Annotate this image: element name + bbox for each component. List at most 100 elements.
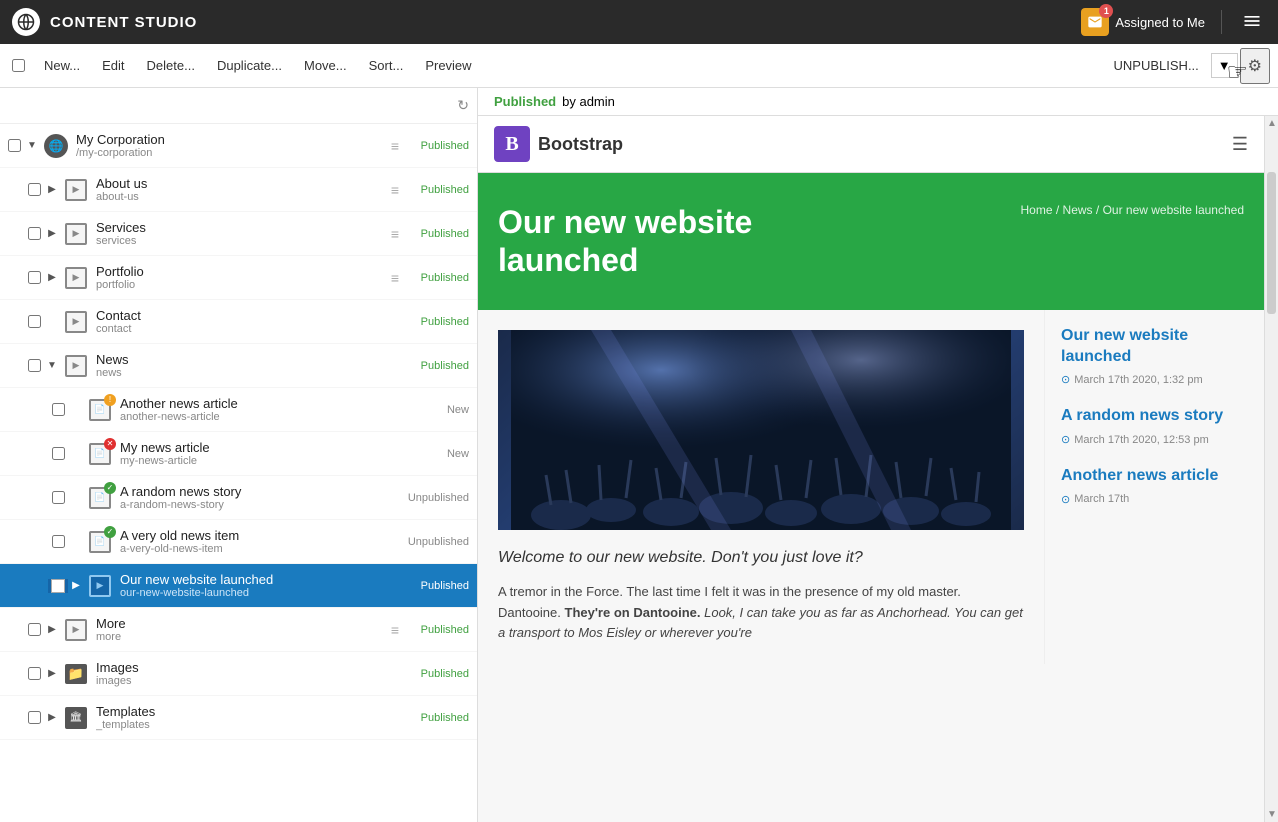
drag-services[interactable]: ≡ — [391, 226, 399, 242]
unpublish-dropdown[interactable]: ▼ — [1211, 53, 1238, 78]
status-portfolio: Published — [403, 272, 473, 284]
icon-templates: 🏛 — [60, 702, 92, 734]
drag-portfolio[interactable]: ≡ — [391, 270, 399, 286]
drag-about-us[interactable]: ≡ — [391, 182, 399, 198]
status-templates: Published — [403, 712, 473, 724]
icon-news: ▶ — [60, 350, 92, 382]
icon-old-news: 📄 ✓ — [84, 526, 116, 558]
toolbar: New... Edit Delete... Duplicate... Move.… — [0, 44, 1278, 88]
tree-item-random-news[interactable]: 📄 ✓ A random news story a-random-news-st… — [0, 476, 477, 520]
checkbox-templates[interactable] — [24, 711, 44, 724]
scroll-arrow-down[interactable]: ▼ — [1265, 807, 1278, 822]
select-all-checkbox[interactable] — [8, 59, 28, 72]
text-about-us: About us about-us — [96, 176, 387, 203]
expand-templates[interactable]: ▶ — [44, 712, 60, 723]
checkbox-news[interactable] — [24, 359, 44, 372]
sort-button[interactable]: Sort... — [359, 52, 414, 79]
breadcrumb-home: Home — [1020, 203, 1052, 217]
checkbox-more[interactable] — [24, 623, 44, 636]
text-services: Services services — [96, 220, 387, 247]
status-images: Published — [403, 668, 473, 680]
expand-portfolio[interactable]: ▶ — [44, 272, 60, 283]
tree-item-my-news[interactable]: 📄 ✕ My news article my-news-article New — [0, 432, 477, 476]
checkbox-old-news[interactable] — [48, 535, 68, 548]
tree-item-portfolio[interactable]: ▶ ▶ Portfolio portfolio ≡ Published — [0, 256, 477, 300]
expand-more[interactable]: ▶ — [44, 624, 60, 635]
expand-about-us[interactable]: ▶ — [44, 184, 60, 195]
tree-item-about-us[interactable]: ▶ ▶ About us about-us ≡ Published — [0, 168, 477, 212]
article-bold: They're on Dantooine. — [565, 605, 701, 620]
checkbox-my-news[interactable] — [48, 447, 68, 460]
tree-item-old-news[interactable]: 📄 ✓ A very old news item a-very-old-news… — [0, 520, 477, 564]
checkbox-contact[interactable] — [24, 315, 44, 328]
expand-news[interactable]: ▼ — [44, 360, 60, 371]
nav-hamburger-icon[interactable]: ☰ — [1232, 134, 1248, 155]
drag-my-corporation[interactable]: ≡ — [391, 138, 399, 154]
unpublish-button[interactable]: UNPUBLISH... — [1104, 52, 1209, 79]
text-more: More more — [96, 616, 387, 643]
expand-images[interactable]: ▶ — [44, 668, 60, 679]
status-another-news: New — [403, 404, 473, 416]
text-old-news: A very old news item a-very-old-news-ite… — [120, 528, 403, 555]
text-portfolio: Portfolio portfolio — [96, 264, 387, 291]
preview-scroll[interactable]: B Bootstrap ☰ Our new website launched H… — [478, 116, 1264, 822]
bootstrap-b-icon: B — [494, 126, 530, 162]
sidebar-article-1-title[interactable]: Our new website launched — [1061, 326, 1248, 368]
icon-our-website: ▶ — [84, 570, 116, 602]
settings-button[interactable]: ⚙ — [1240, 48, 1270, 84]
assigned-icon: 1 — [1081, 8, 1109, 36]
hero-breadcrumb: Home / News / Our new website launched — [1020, 203, 1244, 217]
assigned-to-me-button[interactable]: 1 Assigned to Me — [1081, 8, 1205, 36]
sidebar-article-1: Our new website launched ⊙ March 17th 20… — [1061, 326, 1248, 387]
tree-item-my-corporation[interactable]: ▼ 🌐 My Corporation /my-corporation ≡ Pub… — [0, 124, 477, 168]
preview-container: B Bootstrap ☰ Our new website launched H… — [478, 116, 1278, 822]
status-contact: Published — [403, 316, 473, 328]
expand-services[interactable]: ▶ — [44, 228, 60, 239]
text-our-website: Our new website launched our-new-website… — [120, 572, 403, 599]
tree-item-templates[interactable]: ▶ 🏛 Templates _templates Published — [0, 696, 477, 740]
tree-item-our-new-website[interactable]: ▶ ▶ Our new website launched our-new-web… — [0, 564, 477, 608]
drag-more[interactable]: ≡ — [391, 622, 399, 638]
checkbox-about-us[interactable] — [24, 183, 44, 196]
tree-item-services[interactable]: ▶ ▶ Services services ≡ Published — [0, 212, 477, 256]
topbar-divider — [1221, 10, 1222, 34]
assigned-label: Assigned to Me — [1115, 15, 1205, 30]
sidebar-article-1-date: ⊙ March 17th 2020, 1:32 pm — [1061, 373, 1248, 386]
checkbox-services[interactable] — [24, 227, 44, 240]
expand-my-corporation[interactable]: ▼ — [24, 140, 40, 151]
badge-error-my-news: ✕ — [104, 438, 116, 450]
icon-services: ▶ — [60, 218, 92, 250]
tree-item-more[interactable]: ▶ ▶ More more ≡ Published — [0, 608, 477, 652]
checkbox-our-website[interactable] — [48, 579, 68, 593]
preview-button[interactable]: Preview — [415, 52, 481, 79]
text-another-news: Another news article another-news-articl… — [120, 396, 403, 423]
tree-item-contact[interactable]: ▶ Contact contact Published — [0, 300, 477, 344]
scrollbar-track[interactable]: ▲ ▼ — [1264, 116, 1278, 822]
sidebar-article-2-title[interactable]: A random news story — [1061, 406, 1248, 427]
hamburger-button[interactable] — [1238, 7, 1266, 38]
refresh-button[interactable]: ↻ — [457, 97, 469, 114]
delete-button[interactable]: Delete... — [137, 52, 205, 79]
new-button[interactable]: New... — [34, 52, 90, 79]
scroll-thumb[interactable] — [1267, 172, 1276, 313]
duplicate-button[interactable]: Duplicate... — [207, 52, 292, 79]
status-random-news: Unpublished — [403, 492, 473, 504]
sidebar-article-3-title[interactable]: Another news article — [1061, 466, 1248, 487]
hero-title: Our new website launched — [498, 203, 798, 280]
breadcrumb-news: News — [1063, 203, 1093, 217]
checkbox-random-news[interactable] — [48, 491, 68, 504]
checkbox-images[interactable] — [24, 667, 44, 680]
tree-item-another-news[interactable]: 📄 ! Another news article another-news-ar… — [0, 388, 477, 432]
tree-item-news[interactable]: ▼ ▶ News news Published — [0, 344, 477, 388]
expand-our-website[interactable]: ▶ — [68, 580, 84, 591]
tree-item-images[interactable]: ▶ 📁 Images images Published — [0, 652, 477, 696]
checkbox-my-corporation[interactable] — [4, 139, 24, 152]
checkbox-portfolio[interactable] — [24, 271, 44, 284]
checkbox-another-news[interactable] — [48, 403, 68, 416]
content-published-by: by admin — [562, 94, 615, 109]
move-button[interactable]: Move... — [294, 52, 357, 79]
edit-button[interactable]: Edit — [92, 52, 134, 79]
content-body: Welcome to our new website. Don't you ju… — [478, 310, 1264, 664]
scroll-arrow-up[interactable]: ▲ — [1265, 116, 1278, 131]
content-status-bar: Published by admin — [478, 88, 1278, 116]
